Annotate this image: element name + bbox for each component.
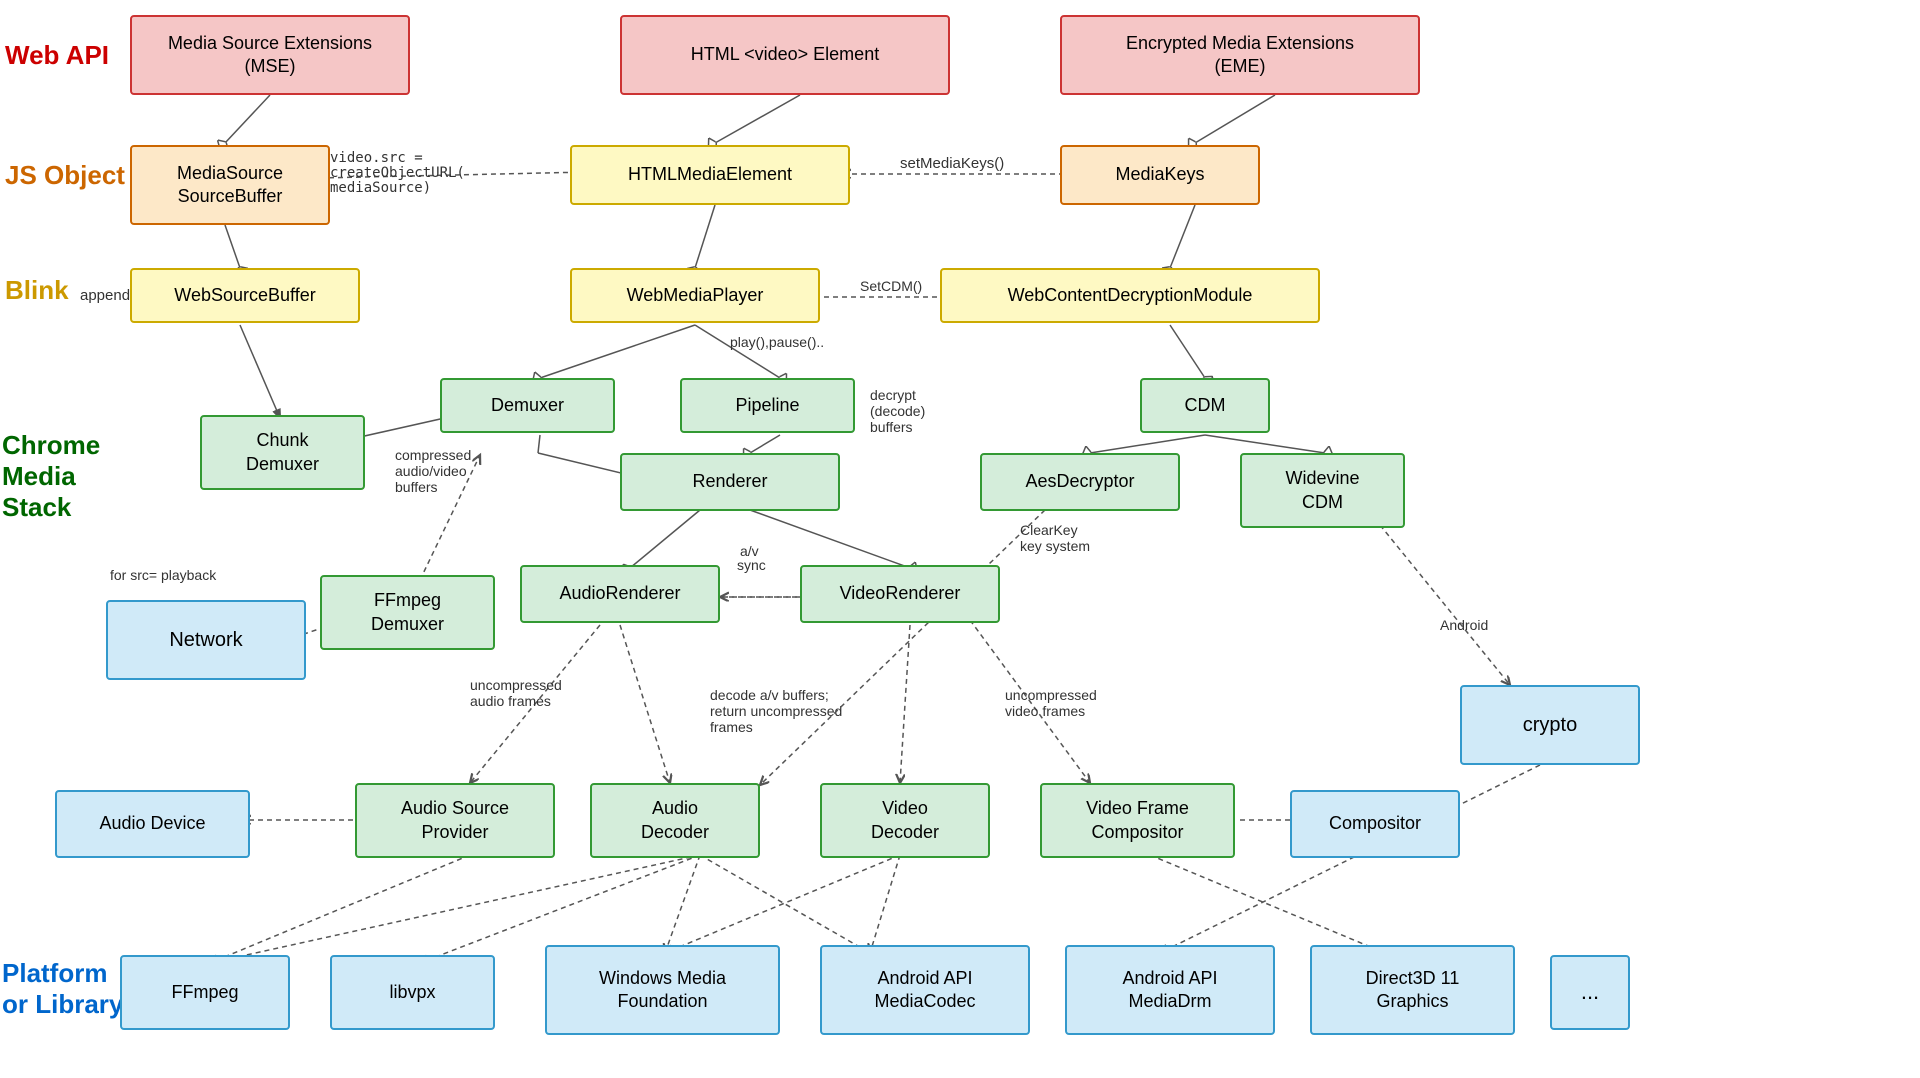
box-crypto: crypto (1460, 685, 1640, 765)
box-audio-renderer: AudioRenderer (520, 565, 720, 623)
svg-text:a/v: a/v (740, 543, 759, 559)
box-pipeline: Pipeline (680, 378, 855, 433)
box-eme: Encrypted Media Extensions(EME) (1060, 15, 1420, 95)
box-html-video: HTML <video> Element (620, 15, 950, 95)
box-mediasource: MediaSourceSourceBuffer (130, 145, 330, 225)
box-mse: Media Source Extensions(MSE) (130, 15, 410, 95)
box-renderer: Renderer (620, 453, 840, 511)
box-websourcebuffer: WebSourceBuffer (130, 268, 360, 323)
svg-text:Android: Android (1440, 617, 1488, 633)
svg-text:setMediaKeys(): setMediaKeys() (900, 155, 1004, 172)
box-libvpx: libvpx (330, 955, 495, 1030)
svg-text:video frames: video frames (1005, 703, 1085, 719)
svg-text:video.src =: video.src = (330, 150, 423, 166)
svg-text:for src= playback: for src= playback (110, 567, 217, 583)
box-ffmpeg-demuxer: FFmpegDemuxer (320, 575, 495, 650)
svg-text:decode a/v buffers;: decode a/v buffers; (710, 687, 829, 703)
box-network: Network (106, 600, 306, 680)
box-android-mediadrm: Android APIMediaDrm (1065, 945, 1275, 1035)
svg-text:createObjectURL(: createObjectURL( (330, 165, 465, 181)
box-htmlmediaelement: HTMLMediaElement (570, 145, 850, 205)
svg-text:audio/video: audio/video (395, 463, 467, 479)
layer-web-api: Web API (5, 40, 109, 71)
svg-text:frames: frames (710, 719, 753, 735)
svg-text:buffers: buffers (870, 419, 913, 435)
svg-text:ClearKey: ClearKey (1020, 522, 1078, 538)
box-video-decoder: VideoDecoder (820, 783, 990, 858)
svg-text:play(),pause()..: play(),pause().. (730, 334, 824, 350)
box-aesdecryptor: AesDecryptor (980, 453, 1180, 511)
svg-text:decrypt: decrypt (870, 387, 916, 403)
box-chunk-demuxer: ChunkDemuxer (200, 415, 365, 490)
svg-text:audio frames: audio frames (470, 693, 551, 709)
svg-text:sync: sync (737, 557, 766, 573)
box-widevine-cdm: WidevineCDM (1240, 453, 1405, 528)
box-video-renderer: VideoRenderer (800, 565, 1000, 623)
box-compositor: Compositor (1290, 790, 1460, 858)
layer-js-object: JS Object (5, 160, 125, 191)
svg-text:(decode): (decode) (870, 403, 925, 419)
box-audio-device: Audio Device (55, 790, 250, 858)
box-android-mediacodec: Android APIMediaCodec (820, 945, 1030, 1035)
svg-text:compressed: compressed (395, 447, 471, 463)
layer-chrome-media: ChromeMediaStack (2, 430, 100, 524)
box-cdm: CDM (1140, 378, 1270, 433)
box-audio-decoder: AudioDecoder (590, 783, 760, 858)
diagram-container: Web API JS Object Blink ChromeMediaStack… (0, 0, 1920, 1078)
box-direct3d: Direct3D 11Graphics (1310, 945, 1515, 1035)
box-windows-media: Windows MediaFoundation (545, 945, 780, 1035)
box-ffmpeg: FFmpeg (120, 955, 290, 1030)
box-ellipsis: ... (1550, 955, 1630, 1030)
box-mediakeys: MediaKeys (1060, 145, 1260, 205)
svg-text:key system: key system (1020, 538, 1090, 554)
svg-text:uncompressed: uncompressed (1005, 687, 1097, 703)
box-demuxer: Demuxer (440, 378, 615, 433)
box-audio-source-provider: Audio SourceProvider (355, 783, 555, 858)
box-webmediaplayer: WebMediaPlayer (570, 268, 820, 323)
box-webcontentdecryption: WebContentDecryptionModule (940, 268, 1320, 323)
svg-text:return uncompressed: return uncompressed (710, 703, 842, 719)
box-video-frame-compositor: Video FrameCompositor (1040, 783, 1235, 858)
svg-text:uncompressed: uncompressed (470, 677, 562, 693)
svg-text:SetCDM(): SetCDM() (860, 278, 922, 294)
svg-text:buffers: buffers (395, 479, 438, 495)
svg-text:mediaSource): mediaSource) (330, 180, 431, 196)
layer-platform: Platformor Library (2, 958, 123, 1020)
layer-blink: Blink (5, 275, 69, 306)
